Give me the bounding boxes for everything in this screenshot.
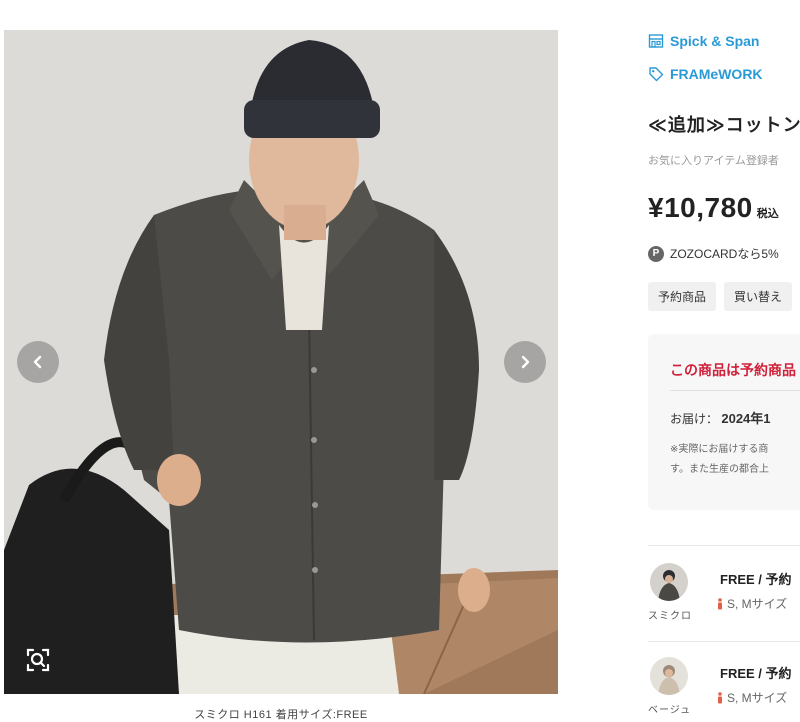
person-icon <box>718 691 722 703</box>
brand-name: FRAMeWORK <box>670 66 763 82</box>
product-info-panel: Spick & Span FRAMeWORK ≪追加≫コットン お気に入りアイテ… <box>646 0 800 722</box>
section-divider <box>648 641 800 642</box>
favorite-count-note: お気に入りアイテム登録者 <box>648 155 779 167</box>
delivery-value: 2024年1 <box>721 411 771 426</box>
notice-title: この商品は予約商品 <box>670 362 796 378</box>
staff-fit-text: S, Mサイズ <box>727 597 788 611</box>
brand-link[interactable]: FRAMeWORK <box>648 66 763 82</box>
product-photo <box>4 30 558 694</box>
product-tags: 予約商品 買い替え <box>648 282 793 311</box>
staff-size-label: FREE / 予約 <box>720 666 792 681</box>
staff-color-name: ベージュ <box>648 705 692 716</box>
previous-image-button[interactable] <box>17 341 59 383</box>
avatar <box>650 563 688 601</box>
zoom-search-icon <box>26 648 50 672</box>
tag-preorder[interactable]: 予約商品 <box>648 282 717 311</box>
shop-name: Spick & Span <box>670 33 760 49</box>
price-amount: ¥10,780 <box>648 192 753 223</box>
shop-link[interactable]: Spick & Span <box>648 33 759 49</box>
section-divider <box>648 545 800 546</box>
shop-icon <box>648 34 664 48</box>
notice-note-line-2: す。また生産の都合上 <box>670 464 769 475</box>
notice-note: ※実際にお届けする商 す。また生産の都合上 <box>670 440 769 480</box>
product-image-gallery[interactable] <box>4 30 558 694</box>
zozocard-text: ZOZOCARDなら5% <box>670 247 779 261</box>
notice-divider <box>670 390 800 391</box>
image-caption: スミクロ H161 着用サイズ:FREE <box>194 709 368 721</box>
zozocard-point-info[interactable]: P ZOZOCARDなら5% <box>648 245 779 262</box>
chevron-right-icon <box>521 355 530 369</box>
point-icon: P <box>648 245 664 262</box>
next-image-button[interactable] <box>504 341 546 383</box>
avatar <box>650 657 688 695</box>
preorder-notice: この商品は予約商品 お届け： 2024年1 ※実際にお届けする商 す。また生産の… <box>648 334 800 510</box>
staff-fit-info: S, Mサイズ <box>716 595 787 612</box>
chevron-left-icon <box>33 355 42 369</box>
staff-fit-text: S, Mサイズ <box>727 691 788 705</box>
delivery-label: お届け： <box>670 412 719 426</box>
staff-coordinate-item[interactable]: スミクロ FREE / 予約 S, Mサイズ <box>648 563 800 633</box>
notice-note-line-1: ※実際にお届けする商 <box>670 444 769 455</box>
person-icon <box>718 597 722 609</box>
staff-coordinate-item[interactable]: ベージュ FREE / 予約 S, Mサイズ <box>648 657 800 722</box>
staff-fit-info: S, Mサイズ <box>716 689 787 706</box>
tag-replacement[interactable]: 買い替え <box>724 282 793 311</box>
tax-label: 税込 <box>756 208 779 220</box>
delivery-date: お届け： 2024年1 <box>670 408 771 427</box>
image-zoom-button[interactable] <box>20 642 56 678</box>
product-title: ≪追加≫コットン <box>648 115 800 135</box>
staff-size-label: FREE / 予約 <box>720 572 792 587</box>
price: ¥10,780 税込 <box>648 192 779 224</box>
tag-icon <box>649 67 664 82</box>
staff-color-name: スミクロ <box>648 611 692 622</box>
